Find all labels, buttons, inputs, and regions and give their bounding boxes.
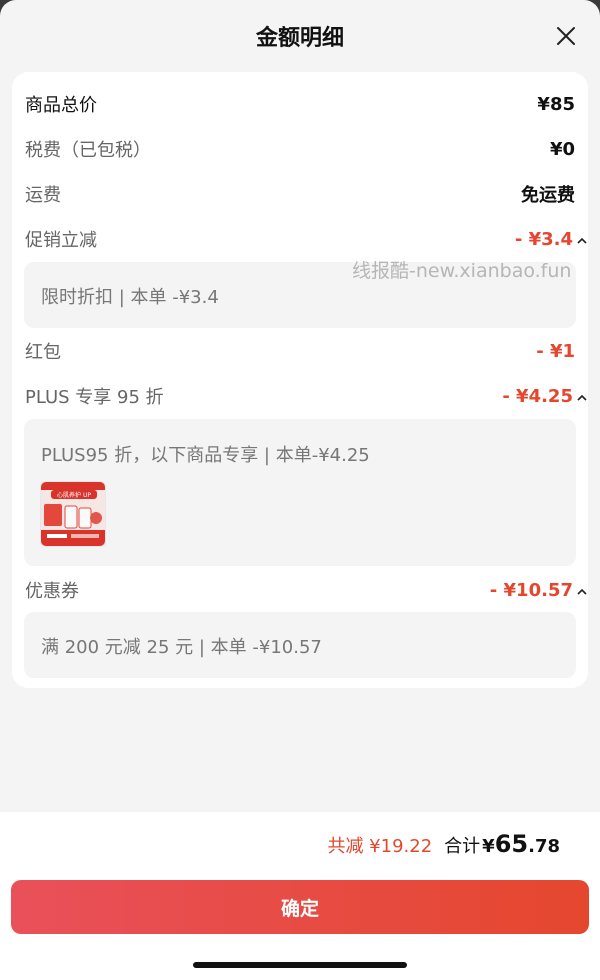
- plus-detail-text: PLUS95 折，以下商品专享 | 本单-¥4.25: [41, 445, 370, 466]
- price-detail-sheet: 金额明细 商品总价 ¥85 税费（已包税） ¥0 运费 免运费 促销立减 - ¥…: [0, 0, 600, 980]
- chevron-up-icon[interactable]: [575, 583, 589, 597]
- price-breakdown-card: 商品总价 ¥85 税费（已包税） ¥0 运费 免运费 促销立减 - ¥3.4 限…: [12, 72, 588, 688]
- total-saved: 共减 ¥19.22: [327, 836, 433, 857]
- promo-detail-text: 限时折扣 | 本单 -¥3.4: [41, 287, 219, 308]
- row-value: - ¥1: [536, 340, 575, 362]
- sheet-title: 金额明细: [255, 26, 344, 51]
- row-shipping: 运费 免运费: [25, 178, 575, 210]
- row-label: 税费（已包税）: [25, 140, 151, 161]
- row-label: 优惠券: [25, 581, 79, 602]
- row-value: - ¥10.57: [489, 579, 573, 601]
- bottom-bar: 共减 ¥19.22 合计 ¥ 65 .78 确定: [0, 812, 600, 980]
- chevron-up-icon[interactable]: [575, 232, 589, 246]
- row-promo-discount[interactable]: 促销立减 - ¥3.4: [25, 223, 587, 255]
- thumb-text: 心肌养护 UP: [57, 491, 91, 499]
- row-plus-discount[interactable]: PLUS 专享 95 折 - ¥4.25: [25, 380, 587, 412]
- row-label: 商品总价: [25, 95, 97, 116]
- price-summary: 共减 ¥19.22 合计 ¥ 65 .78: [327, 830, 560, 858]
- row-label: 红包: [25, 342, 61, 363]
- row-value: - ¥4.25: [502, 385, 573, 407]
- row-coupon[interactable]: 优惠券 - ¥10.57: [25, 574, 587, 606]
- row-label: 促销立减: [25, 230, 97, 251]
- confirm-button[interactable]: 确定: [11, 880, 589, 934]
- row-value: - ¥3.4: [514, 228, 573, 250]
- total-label: 合计: [444, 836, 481, 857]
- row-goods-total: 商品总价 ¥85: [25, 88, 575, 120]
- row-value: ¥0: [549, 138, 575, 160]
- product-thumbnail[interactable]: 心肌养护 UP: [40, 481, 106, 547]
- plus-detail-box: PLUS95 折，以下商品专享 | 本单-¥4.25 心肌养护 UP: [24, 419, 576, 566]
- row-red-packet: 红包 - ¥1: [25, 335, 575, 367]
- chevron-up-icon[interactable]: [575, 389, 589, 403]
- row-label: PLUS 专享 95 折: [25, 387, 164, 408]
- coupon-detail-box: 满 200 元减 25 元 | 本单 -¥10.57: [24, 612, 576, 678]
- coupon-detail-text: 满 200 元减 25 元 | 本单 -¥10.57: [41, 637, 322, 658]
- row-value: 免运费: [521, 185, 575, 206]
- row-tax: 税费（已包税） ¥0: [25, 133, 575, 165]
- total-amount-integer: 65: [494, 830, 529, 858]
- watermark: 线报酷-new.xianbao.fun: [352, 260, 572, 282]
- home-indicator: [193, 962, 407, 968]
- sheet-header: 金额明细: [0, 0, 600, 72]
- total-amount-decimal: .78: [528, 836, 560, 857]
- total-currency: ¥: [482, 836, 495, 857]
- row-label: 运费: [25, 185, 61, 206]
- close-icon[interactable]: [554, 24, 578, 48]
- row-value: ¥85: [537, 93, 575, 115]
